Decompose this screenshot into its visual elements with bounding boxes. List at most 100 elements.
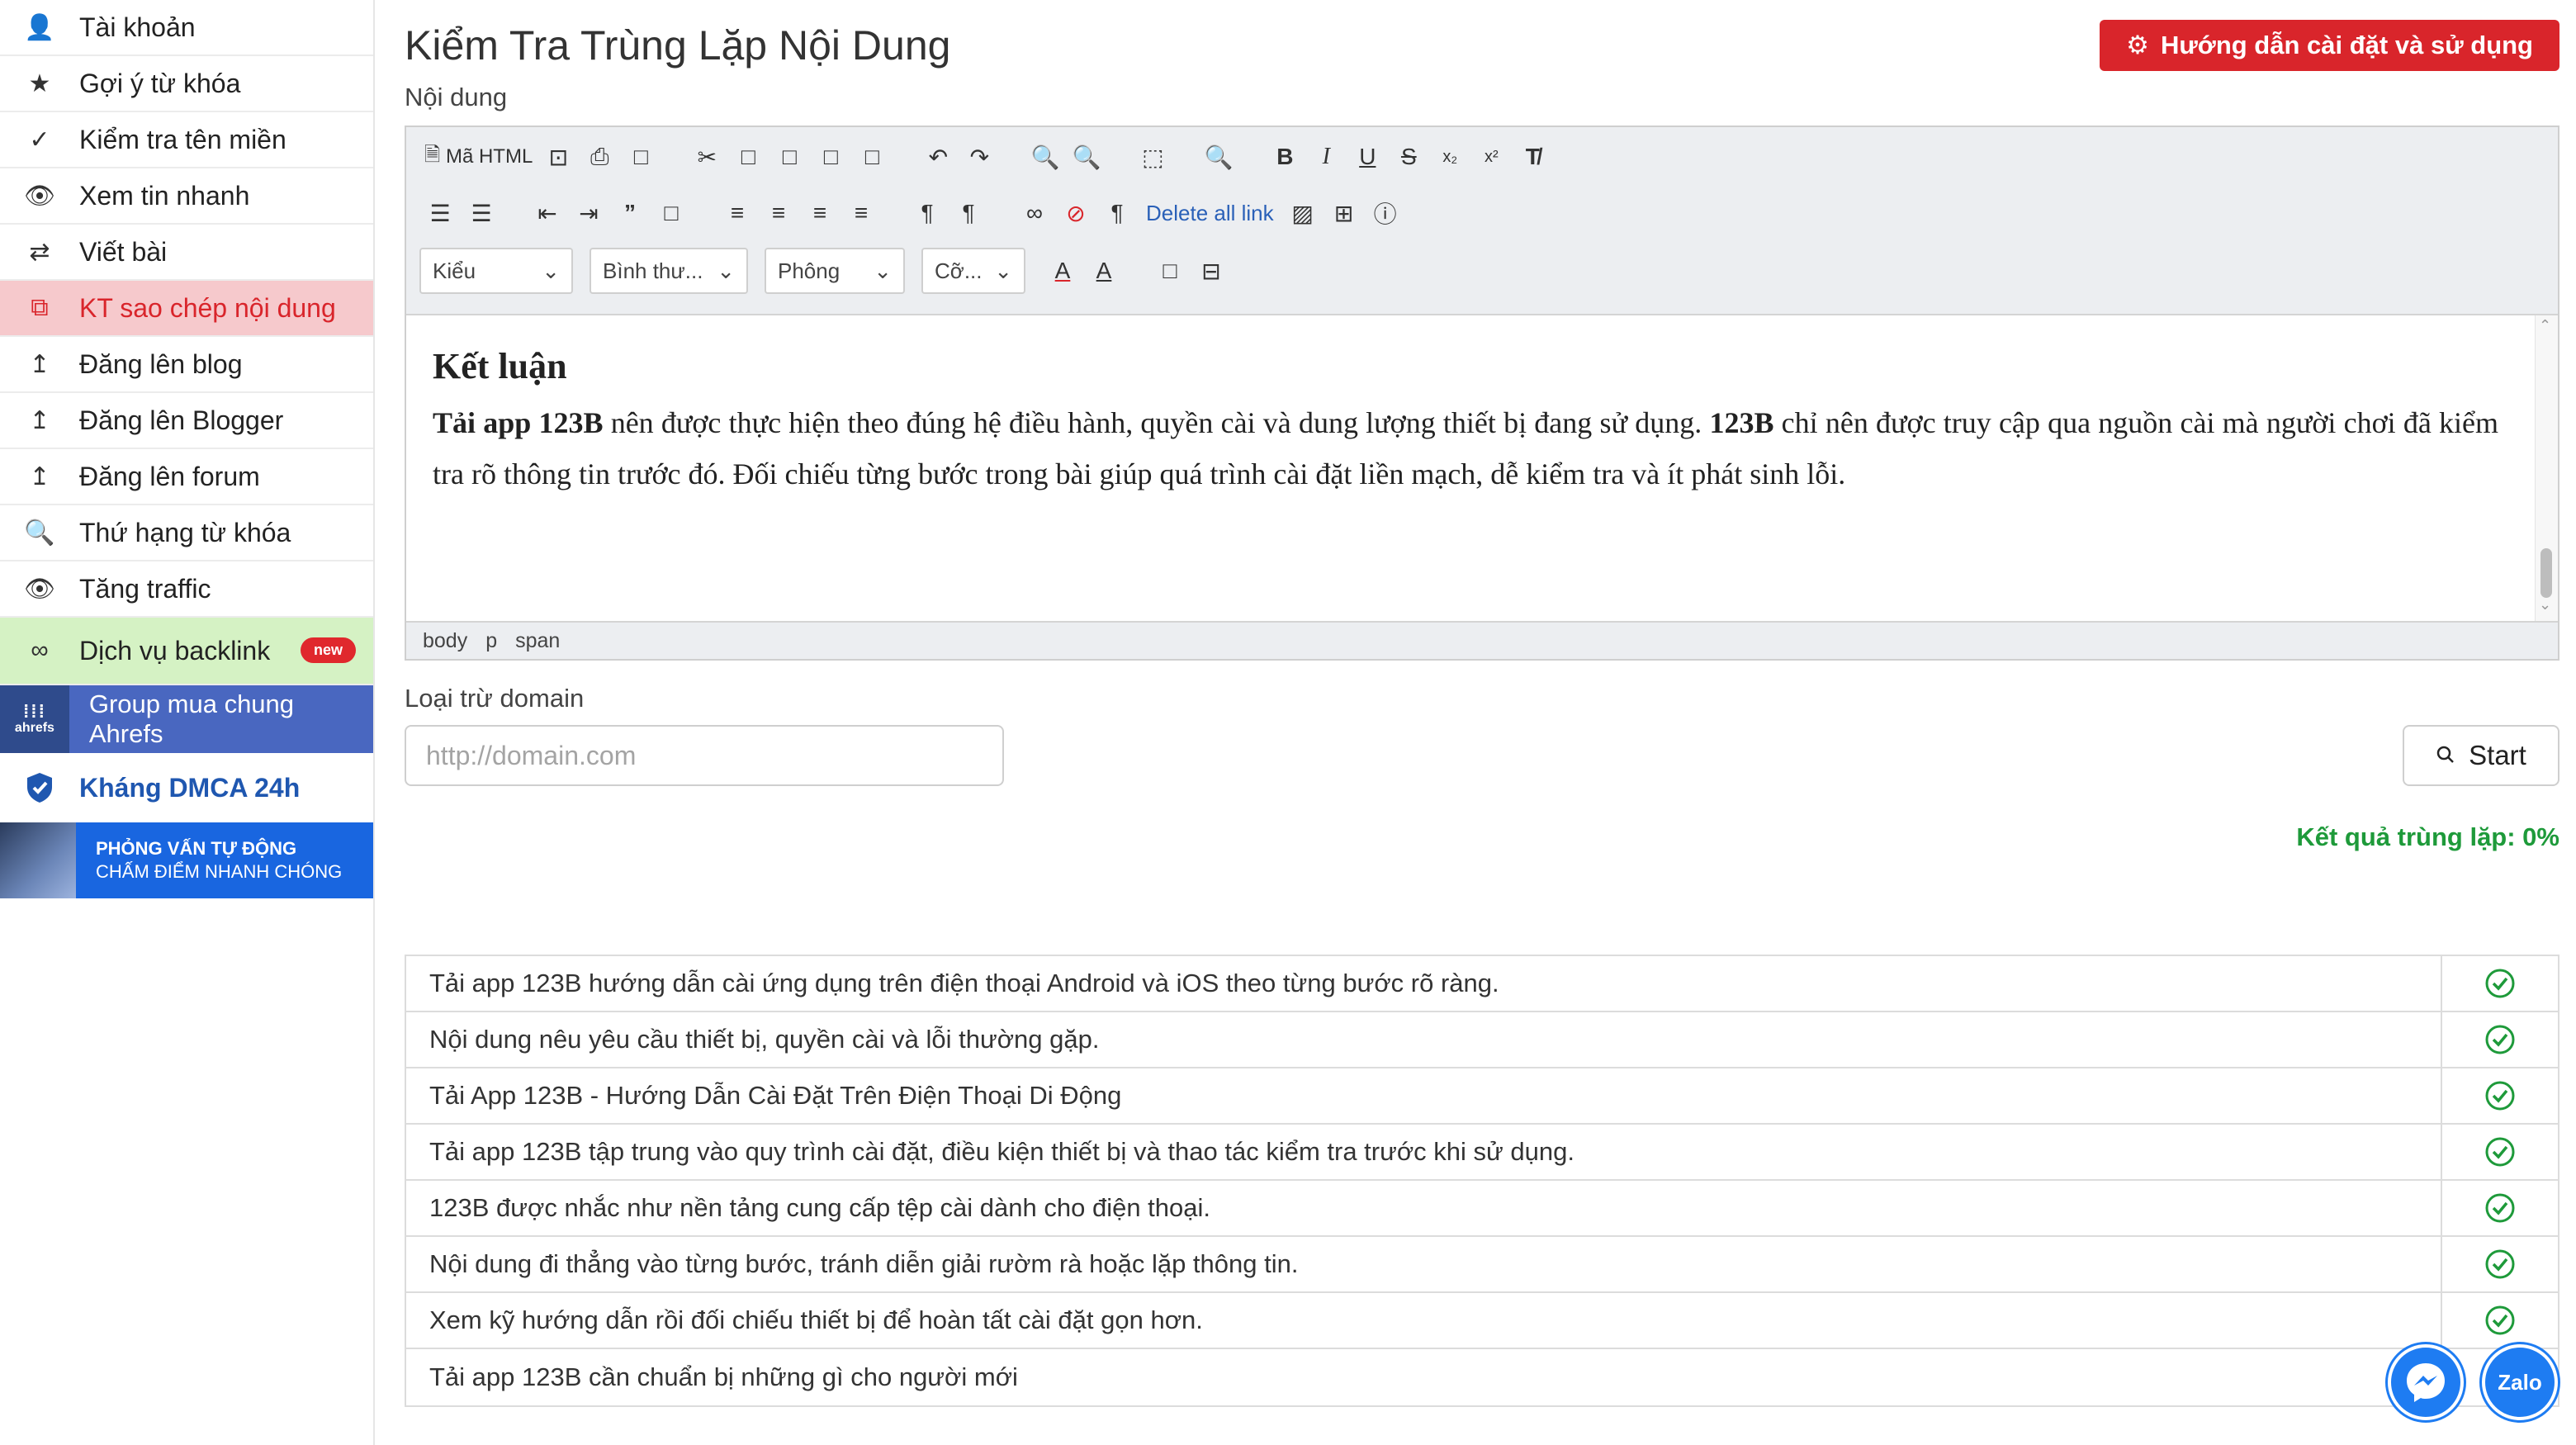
check-circle-icon bbox=[2485, 1193, 2515, 1223]
sidebar-item-dmca[interactable]: Kháng DMCA 24h bbox=[0, 753, 373, 822]
copy-icon[interactable]: □ bbox=[727, 136, 769, 178]
interview-banner[interactable]: PHỎNG VẤN TỰ ĐỘNG CHẤM ĐIỂM NHANH CHÓNG bbox=[0, 822, 373, 898]
result-status bbox=[2442, 1237, 2558, 1291]
link-icon[interactable]: ∞ bbox=[1014, 192, 1055, 234]
bg-color-icon[interactable]: A bbox=[1083, 250, 1125, 291]
result-text: Tải app 123B cần chuẩn bị những gì cho n… bbox=[406, 1349, 2442, 1405]
paste-word-icon[interactable]: □ bbox=[851, 136, 893, 178]
select-all-icon[interactable]: ⬚ bbox=[1132, 136, 1173, 178]
messenger-button[interactable] bbox=[2388, 1344, 2464, 1420]
rtl-icon[interactable]: ¶ bbox=[948, 192, 989, 234]
results-table: Tải app 123B hướng dẫn cài ứng dụng trên… bbox=[405, 955, 2559, 1407]
superscript-icon[interactable]: x² bbox=[1470, 136, 1512, 178]
scroll-up-icon[interactable]: ⌃ bbox=[2539, 317, 2551, 334]
sidebar-item-7[interactable]: ↥ Đăng lên Blogger bbox=[0, 393, 373, 449]
toolbar-row-3: Kiểu ⌄ Bình thư... ⌄ Phông ⌄ Cỡ... ⌄ A A □ ⊟ bbox=[419, 248, 1232, 294]
sidebar-item-4[interactable]: ⇄ Viết bài bbox=[0, 225, 373, 281]
sidebar-item-1[interactable]: ★ Gợi ý từ khóa bbox=[0, 56, 373, 112]
table-row: 123B được nhắc như nền tảng cung cấp tệp… bbox=[406, 1181, 2558, 1237]
align-center-icon[interactable]: ≡ bbox=[758, 192, 799, 234]
sidebar-item-label: Kiểm tra tên miền bbox=[79, 124, 286, 154]
shield-icon bbox=[0, 772, 79, 803]
info-icon[interactable]: ⓘ bbox=[1365, 192, 1406, 234]
chevron-down-icon: ⌄ bbox=[874, 258, 892, 283]
toolbar-row-2: ☰ ☰ ⇤ ⇥ ” □ ≡ ≡ ≡ ≡ ¶ ¶ ∞ ⊘ ¶ Delete all… bbox=[419, 190, 1406, 236]
underline-icon[interactable]: U bbox=[1347, 136, 1388, 178]
guide-button[interactable]: ⚙ Hướng dẫn cài đặt và sử dụng bbox=[2100, 20, 2559, 71]
sidebar-item-3[interactable]: 👁 Xem tin nhanh bbox=[0, 168, 373, 225]
path-body[interactable]: body bbox=[423, 629, 467, 653]
sidebar-item-label: Viết bài bbox=[79, 236, 168, 267]
scrollbar-thumb[interactable] bbox=[2540, 548, 2552, 598]
sidebar-item-ahrefs-group[interactable]: ⁞⁞⁞ ahrefs Group mua chung Ahrefs bbox=[0, 685, 373, 753]
spellcheck-icon[interactable]: 🔍 bbox=[1198, 136, 1239, 178]
unlink-icon[interactable]: ⊘ bbox=[1055, 192, 1096, 234]
delete-all-link-button[interactable]: Delete all link bbox=[1138, 192, 1282, 234]
text-color-icon[interactable]: A bbox=[1042, 250, 1083, 291]
align-justify-icon[interactable]: ≡ bbox=[841, 192, 882, 234]
path-p[interactable]: p bbox=[485, 629, 497, 653]
editor-content[interactable]: Kết luận Tải app 123B nên được thực hiện… bbox=[406, 315, 2558, 621]
sidebar-item-label: Dịch vụ backlink bbox=[79, 635, 271, 666]
sidebar-item-0[interactable]: 👤 Tài khoản bbox=[0, 0, 373, 56]
image-icon[interactable]: ▨ bbox=[1282, 192, 1324, 234]
upload-icon: ↥ bbox=[29, 406, 50, 434]
indent-icon[interactable]: ⇥ bbox=[568, 192, 609, 234]
print-icon[interactable]: ⎙ bbox=[579, 136, 620, 178]
sidebar-item-label: Gợi ý từ khóa bbox=[79, 68, 241, 98]
remove-format-icon[interactable]: T̸ bbox=[1512, 136, 1553, 178]
table-icon[interactable]: ⊞ bbox=[1324, 192, 1365, 234]
show-blocks-icon[interactable]: ⊟ bbox=[1191, 250, 1232, 291]
bold-icon[interactable]: B bbox=[1264, 136, 1305, 178]
sidebar-item-6[interactable]: ↥ Đăng lên blog bbox=[0, 337, 373, 393]
subscript-icon[interactable]: x₂ bbox=[1429, 136, 1470, 178]
style-select[interactable]: Kiểu ⌄ bbox=[419, 248, 573, 294]
paste-icon[interactable]: □ bbox=[769, 136, 810, 178]
result-text: Nội dung nêu yêu cầu thiết bị, quyền cài… bbox=[406, 1012, 2442, 1067]
eye-icon: 👁 bbox=[23, 575, 56, 603]
exclude-domain-input[interactable] bbox=[405, 725, 1004, 786]
guide-button-label: Hướng dẫn cài đặt và sử dụng bbox=[2160, 31, 2533, 59]
sidebar-item-5[interactable]: ⧉ KT sao chép nội dung bbox=[0, 281, 373, 337]
zalo-button[interactable]: Zalo bbox=[2482, 1344, 2558, 1420]
sidebar-item-2[interactable]: ✓ Kiểm tra tên miền bbox=[0, 112, 373, 168]
italic-icon[interactable]: I bbox=[1305, 136, 1347, 178]
sidebar-item-8[interactable]: ↥ Đăng lên forum bbox=[0, 449, 373, 505]
format-select[interactable]: Bình thư... ⌄ bbox=[590, 248, 748, 294]
blockquote-icon[interactable]: ” bbox=[609, 192, 651, 234]
sidebar-item-label: Xem tin nhanh bbox=[79, 180, 250, 211]
div-container-icon[interactable]: □ bbox=[651, 192, 692, 234]
main-content: Kiểm Tra Trùng Lặp Nội Dung ⚙ Hướng dẫn … bbox=[405, 0, 2559, 1445]
start-button[interactable]: Start bbox=[2403, 725, 2559, 786]
strikethrough-icon[interactable]: S bbox=[1388, 136, 1429, 178]
search-icon: 🔍 bbox=[24, 519, 55, 547]
cut-icon[interactable]: ✂ bbox=[686, 136, 727, 178]
preview-icon[interactable]: ⊡ bbox=[537, 136, 579, 178]
path-span[interactable]: span bbox=[515, 629, 560, 653]
align-right-icon[interactable]: ≡ bbox=[799, 192, 841, 234]
undo-icon[interactable]: ↶ bbox=[917, 136, 959, 178]
maximize-icon[interactable]: □ bbox=[1149, 250, 1191, 291]
scroll-down-icon[interactable]: ⌄ bbox=[2539, 596, 2551, 614]
template-icon[interactable]: □ bbox=[620, 136, 661, 178]
anchor-icon[interactable]: ¶ bbox=[1096, 192, 1138, 234]
sidebar-item-11[interactable]: ∞ Dịch vụ backlink new bbox=[0, 618, 373, 685]
numbered-list-icon[interactable]: ☰ bbox=[419, 192, 461, 234]
bulleted-list-icon[interactable]: ☰ bbox=[461, 192, 502, 234]
size-select[interactable]: Cỡ... ⌄ bbox=[921, 248, 1025, 294]
find-icon[interactable]: 🔍 bbox=[1025, 136, 1066, 178]
editor-scrollbar[interactable]: ⌃ ⌄ bbox=[2535, 315, 2558, 621]
source-html-button[interactable]: 🗎 Mã HTML bbox=[419, 136, 537, 178]
ltr-icon[interactable]: ¶ bbox=[907, 192, 948, 234]
font-select[interactable]: Phông ⌄ bbox=[765, 248, 905, 294]
paste-text-icon[interactable]: □ bbox=[810, 136, 851, 178]
outdent-icon[interactable]: ⇤ bbox=[527, 192, 568, 234]
redo-icon[interactable]: ↷ bbox=[959, 136, 1000, 178]
sidebar-item-9[interactable]: 🔍 Thứ hạng từ khóa bbox=[0, 505, 373, 561]
result-text: Nội dung đi thẳng vào từng bước, tránh d… bbox=[406, 1237, 2442, 1291]
eye-icon: 👁 bbox=[23, 182, 56, 210]
search-icon bbox=[2436, 740, 2455, 771]
sidebar-item-10[interactable]: 👁 Tăng traffic bbox=[0, 561, 373, 618]
replace-icon[interactable]: 🔍 bbox=[1066, 136, 1107, 178]
align-left-icon[interactable]: ≡ bbox=[717, 192, 758, 234]
